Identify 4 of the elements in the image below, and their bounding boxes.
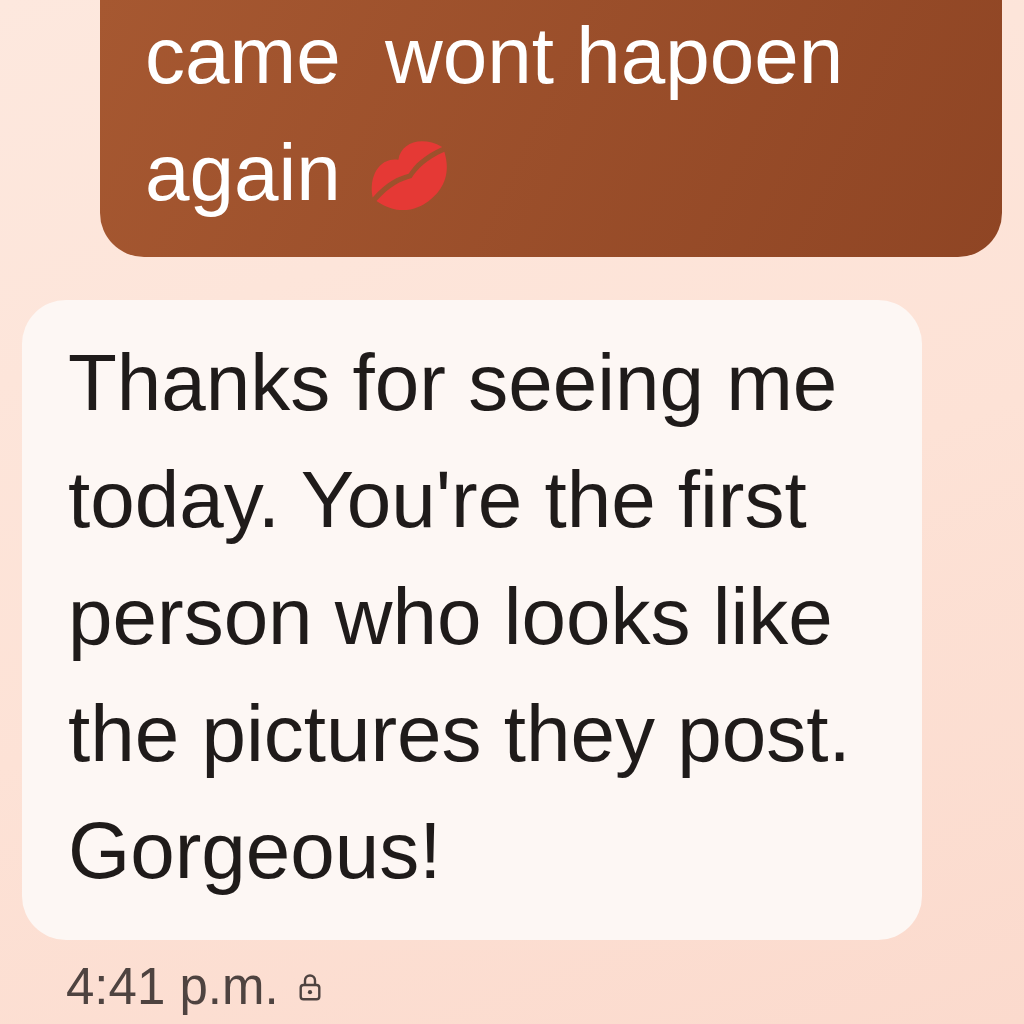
message-text: again bbox=[145, 128, 341, 217]
message-text: Thanks for seeing me today. You're the first person who looks like the pictures they post. Gorgeous! bbox=[68, 338, 852, 895]
timestamp: 4:41 p.m. bbox=[66, 959, 279, 1015]
message-text: came wont hapoen bbox=[145, 11, 844, 100]
